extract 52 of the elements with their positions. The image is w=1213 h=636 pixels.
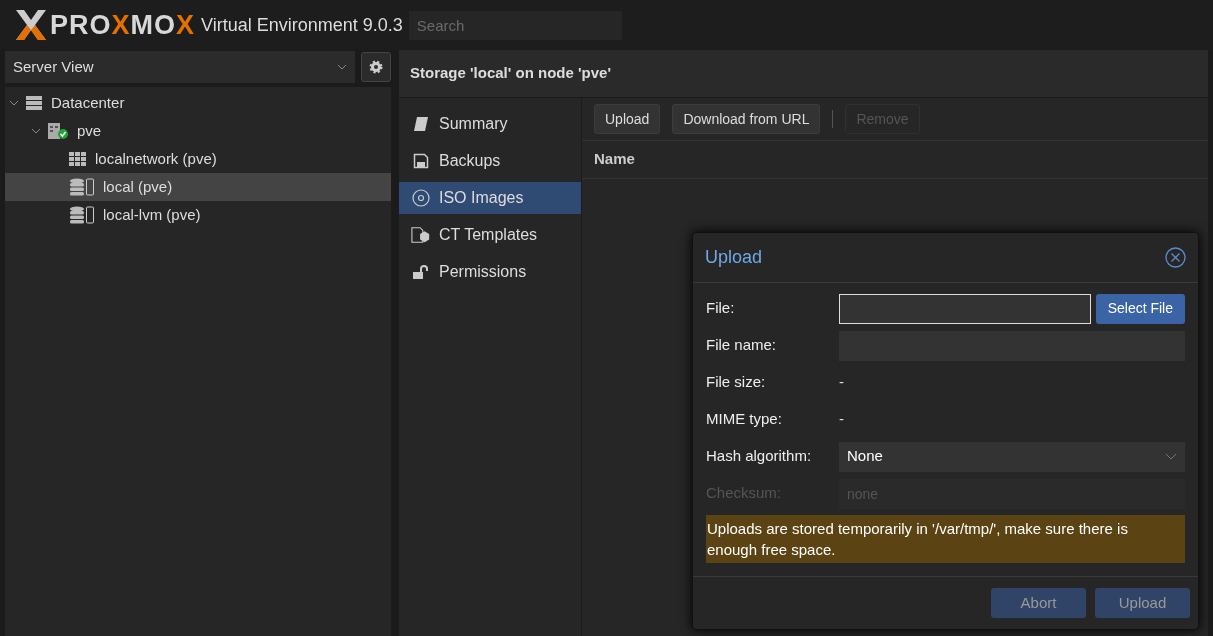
select-field[interactable]: None (839, 441, 1185, 472)
tree-label: pve (77, 120, 102, 141)
server-status-icon (47, 122, 69, 140)
field-value: - (839, 409, 844, 430)
close-icon[interactable] (1165, 247, 1186, 268)
logo-text: PROXMOX (50, 8, 196, 42)
product-name: Virtual Environment 9.0.3 (201, 13, 403, 37)
unlock-icon (412, 264, 430, 280)
database-icon (69, 206, 95, 224)
field-label: File: (706, 298, 736, 319)
nav-item[interactable]: ISO Images (399, 182, 581, 214)
expand-icon[interactable] (31, 127, 41, 135)
tree-item[interactable]: localnetwork (pve) (5, 145, 391, 173)
chevron-down-icon (1165, 452, 1177, 461)
settings-button[interactable] (361, 52, 391, 82)
warning-message: Uploads are stored temporarily in '/var/tmp/', make sure there is enough free space. (706, 515, 1185, 563)
select-file-button[interactable]: Select File (1095, 293, 1185, 324)
server-rack-icon (25, 95, 43, 111)
tree-item[interactable]: pve (5, 117, 391, 145)
database-icon (69, 178, 95, 196)
toolbar-button[interactable]: Download from URL (672, 104, 821, 134)
settings-icon (369, 60, 383, 74)
tree-label: local (pve) (103, 176, 173, 197)
tree-item[interactable]: local-lvm (pve) (5, 201, 391, 229)
dialog-title: Upload (705, 246, 763, 269)
field-value: - (839, 372, 844, 393)
column-header[interactable]: Name (582, 148, 647, 171)
grid-icon (69, 152, 87, 166)
field-label: MIME type: (706, 409, 783, 430)
expand-icon[interactable] (9, 99, 19, 107)
panel-title: Storage 'local' on node 'pve' (399, 50, 1208, 98)
toolbar-button[interactable]: Upload (594, 104, 661, 134)
chevron-down-icon[interactable] (337, 63, 347, 71)
tree-label: Datacenter (51, 92, 125, 113)
tree-item[interactable]: local (pve) (5, 173, 391, 201)
search-field[interactable]: Search (408, 10, 622, 40)
nav-item[interactable]: Summary (399, 108, 581, 140)
nav-item[interactable]: Permissions (399, 256, 581, 288)
logo-icon (14, 8, 48, 42)
tree-label: local-lvm (pve) (103, 204, 201, 225)
file-box-icon (411, 226, 431, 244)
book-icon (413, 116, 429, 132)
disc-icon (412, 189, 430, 207)
view-select[interactable]: Server View (5, 51, 355, 83)
tree-label: localnetwork (pve) (95, 148, 217, 169)
tree-item[interactable]: Datacenter (5, 89, 391, 117)
nav-item[interactable]: Backups (399, 145, 581, 177)
field-label: File name: (706, 335, 778, 356)
nav-item[interactable]: CT Templates (399, 219, 581, 251)
field-label: File size: (706, 372, 767, 393)
field-label: Hash algorithm: (706, 446, 813, 467)
file-field[interactable] (839, 293, 1091, 324)
